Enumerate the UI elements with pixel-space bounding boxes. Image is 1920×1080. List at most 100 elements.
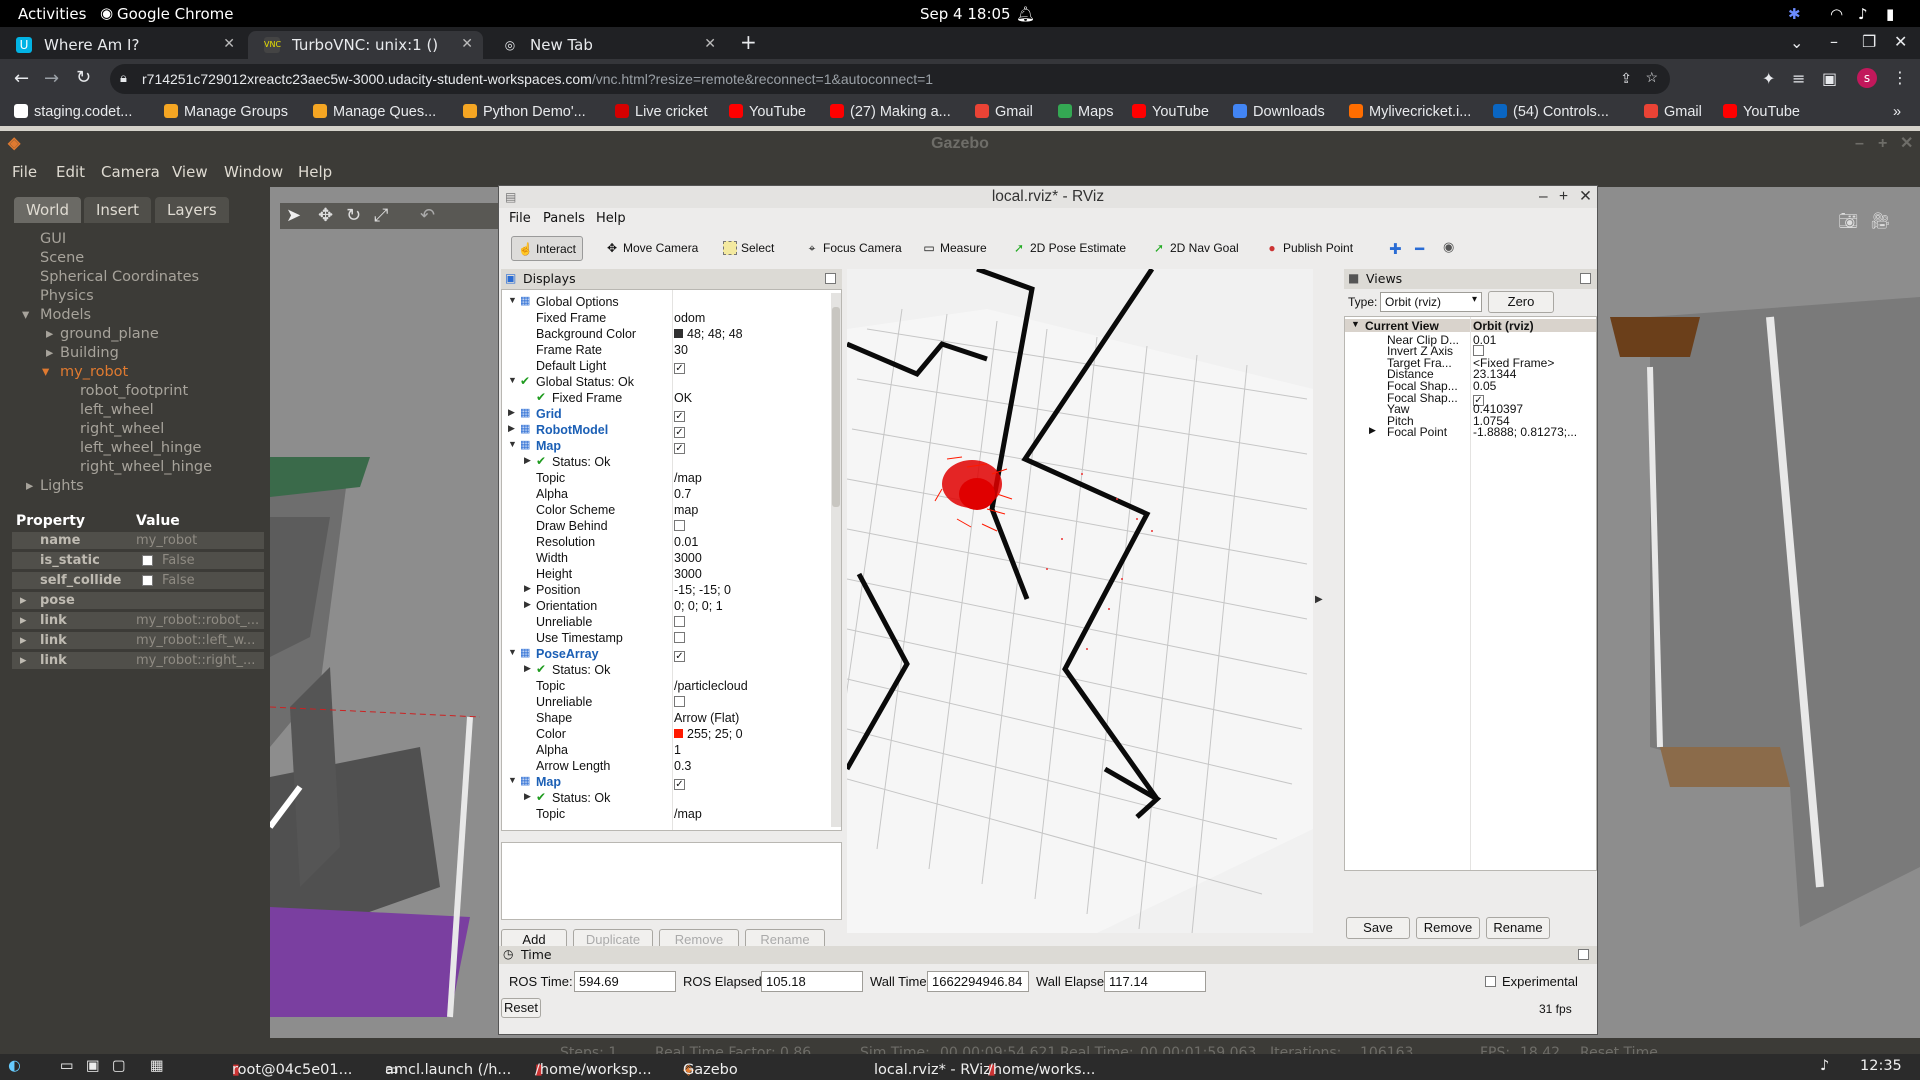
property-value[interactable]: 3000	[674, 551, 702, 565]
tree-item[interactable]: right_wheel_hinge	[80, 459, 212, 475]
checkbox[interactable]: ✓	[674, 363, 685, 374]
checkbox[interactable]: ✓	[674, 779, 685, 790]
display-tree-row[interactable]: ▶ Position -15; -15; 0	[502, 582, 832, 598]
expand-arrow-icon[interactable]: ▶	[524, 455, 531, 466]
back-arrow-icon[interactable]: ←	[14, 68, 29, 89]
save-view-button[interactable]: Save	[1346, 917, 1410, 939]
display-tree-row[interactable]: Alpha 0.7	[502, 486, 832, 502]
bookmark-star-icon[interactable]: ☆	[1645, 69, 1658, 86]
tab-turbovnc[interactable]: VNC TurboVNC: unix:1 () - noV ✕	[248, 31, 483, 59]
tab-layers[interactable]: Layers	[155, 197, 229, 223]
close-icon[interactable]: ✕	[461, 36, 473, 52]
display-tree-row[interactable]: Topic/map	[502, 470, 832, 486]
extension-icon[interactable]: ✱	[1788, 5, 1801, 23]
bookmark-item[interactable]: staging.codet...	[14, 104, 132, 120]
volume-icon[interactable]: ♪	[1820, 1058, 1829, 1074]
experimental-checkbox[interactable]	[1485, 976, 1496, 987]
tree-item[interactable]: right_wheel	[80, 421, 164, 437]
table-row[interactable]: ▸ link my_robot::left_w...	[12, 632, 264, 650]
property-value[interactable]: 3000	[674, 567, 702, 581]
property-value[interactable]: 255; 25; 0	[674, 727, 743, 741]
close-window-icon[interactable]: ✕	[1894, 32, 1907, 51]
collapse-arrow-icon[interactable]: ▼	[508, 439, 517, 449]
property-value[interactable]: OK	[674, 391, 692, 405]
tree-item[interactable]: left_wheel_hinge	[80, 440, 201, 456]
panel-close-checkbox[interactable]	[1580, 273, 1591, 284]
select-tool[interactable]: Select	[717, 236, 780, 261]
view-type-select[interactable]: Orbit (rviz) ▾	[1380, 292, 1482, 312]
tool-properties-icon[interactable]: ◉	[1443, 240, 1454, 255]
display-tree-row[interactable]: Default Light ✓	[502, 358, 832, 374]
display-tree-row[interactable]: ▶ Orientation 0; 0; 0; 1	[502, 598, 832, 614]
display-tree-row[interactable]: Resolution 0.01	[502, 534, 832, 550]
checkbox[interactable]: ✓	[674, 427, 685, 438]
expand-arrow-icon[interactable]: ▸	[46, 345, 53, 361]
panel-close-checkbox[interactable]	[1578, 949, 1589, 960]
tree-item[interactable]: robot_footprint	[80, 383, 188, 399]
expand-arrow-icon[interactable]: ▾	[42, 364, 49, 380]
column-divider[interactable]	[672, 290, 673, 830]
tree-item[interactable]: GUI	[40, 231, 66, 247]
table-row[interactable]: ▸ link my_robot::right_...	[12, 652, 264, 670]
more-bookmarks-icon[interactable]: »	[1893, 104, 1901, 120]
bookmark-item[interactable]: Maps	[1058, 104, 1113, 120]
expand-arrow-icon[interactable]: ▸	[46, 326, 53, 342]
new-tab-button[interactable]: +	[740, 30, 757, 54]
select-arrow-icon[interactable]: ➤	[286, 205, 301, 226]
tree-item[interactable]: Scene	[40, 250, 84, 266]
display-tree-row[interactable]: Topic/map	[502, 806, 832, 822]
property-value[interactable]: Arrow (Flat)	[674, 711, 739, 725]
collapse-arrow-icon[interactable]: ▼	[508, 375, 517, 385]
property-value[interactable]: ✓	[674, 775, 685, 790]
display-tree-row[interactable]: ▶ ✔ Status: Ok	[502, 790, 832, 806]
rotate-icon[interactable]: ↻	[346, 205, 361, 226]
expand-arrow-icon[interactable]: ▶	[524, 791, 531, 802]
zero-button[interactable]: Zero	[1488, 291, 1554, 313]
display-tree-row[interactable]: Alpha 1	[502, 742, 832, 758]
tree-item[interactable]: Building	[60, 345, 119, 361]
expand-arrow-icon[interactable]: ▶	[524, 663, 531, 674]
display-tree-row[interactable]: Arrow Length 0.3	[502, 758, 832, 774]
menu-help[interactable]: Help	[596, 211, 626, 226]
property-value[interactable]: 0.3	[674, 759, 691, 773]
property-value[interactable]: 48; 48; 48	[674, 327, 743, 341]
property-value[interactable]: Orbit (rviz)	[1473, 319, 1534, 333]
display-tree-row[interactable]: ▼ ▦ Global Options	[502, 294, 832, 310]
address-bar[interactable]: 🔒︎ r714251c729012xreactc23aec5w-3000.uda…	[110, 64, 1670, 94]
display-tree-row[interactable]: ▶ ✔ Status: Ok	[502, 662, 832, 678]
ros-time-field[interactable]: 594.69	[574, 971, 676, 992]
interact-tool[interactable]: ☝ Interact	[511, 236, 584, 261]
property-value[interactable]: 0.7	[674, 487, 691, 501]
menu-view[interactable]: View	[172, 163, 208, 181]
clock[interactable]: Sep 4 18:05	[920, 5, 1011, 23]
menu-camera[interactable]: Camera	[101, 163, 160, 181]
display-tree-row[interactable]: ▼ ▦ Map ✓	[502, 774, 832, 790]
checkbox[interactable]	[1473, 345, 1484, 357]
bookmark-item[interactable]: Downloads	[1233, 104, 1325, 120]
close-icon[interactable]: ✕	[1900, 131, 1913, 157]
scrollbar-thumb[interactable]	[832, 307, 840, 507]
checkbox[interactable]	[142, 575, 153, 586]
display-tree-row[interactable]: Topic/particlecloud	[502, 678, 832, 694]
side-panel-icon[interactable]: ▣	[1822, 69, 1837, 88]
volume-icon[interactable]: ♪	[1858, 5, 1868, 23]
display-tree-row[interactable]: ✔ Fixed Frame OK	[502, 390, 832, 406]
checkbox[interactable]	[674, 520, 685, 531]
minimize-icon[interactable]: –	[1855, 131, 1864, 157]
display-tree-row[interactable]: ▶ ▦ Grid ✓	[502, 406, 832, 422]
collapse-arrow-icon[interactable]: ▼	[508, 295, 517, 305]
property-value[interactable]	[674, 631, 685, 645]
restore-icon[interactable]: ❐	[1862, 32, 1876, 51]
remove-tool-icon[interactable]: ━	[1415, 240, 1424, 258]
menu-window[interactable]: Window	[224, 163, 283, 181]
rename-view-button[interactable]: Rename	[1486, 917, 1550, 939]
start-menu-icon[interactable]: ◐	[8, 1058, 21, 1074]
collapse-right-arrow-icon[interactable]: ▶	[1315, 594, 1323, 605]
column-divider[interactable]	[1470, 317, 1471, 870]
expand-arrow-icon[interactable]: ▾	[22, 307, 29, 323]
menu-edit[interactable]: Edit	[56, 163, 85, 181]
expand-arrow-icon[interactable]: ▶	[524, 599, 531, 610]
tree-item[interactable]: left_wheel	[80, 402, 154, 418]
rviz-3d-viewport[interactable]	[847, 269, 1313, 933]
wifi-icon[interactable]: ◠	[1830, 5, 1843, 23]
